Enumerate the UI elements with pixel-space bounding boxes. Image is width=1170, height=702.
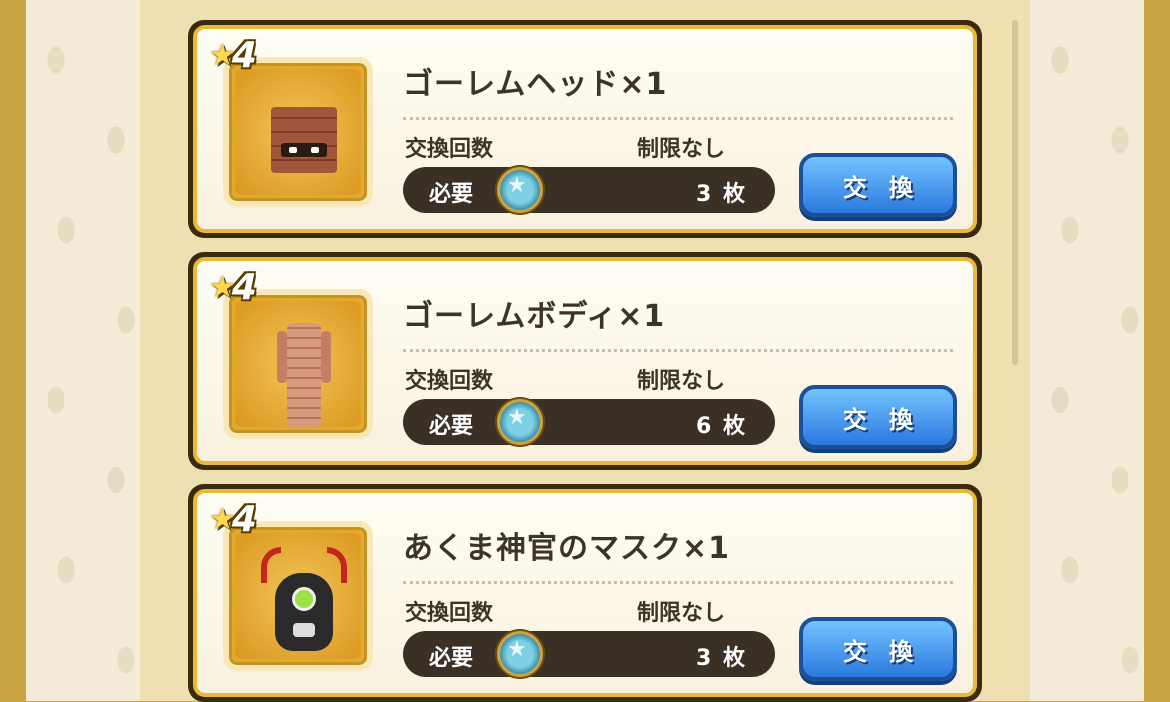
required-amount: 3 枚	[696, 646, 747, 671]
divider	[403, 349, 953, 352]
exchange-button[interactable]: 交換	[799, 385, 957, 449]
exchange-limit-value: 制限なし	[637, 369, 726, 394]
exchange-card: ★ 4 ゴーレムヘッド×1 交換回数 制限なし 必要 3 枚 交換	[188, 20, 982, 238]
required-amount: 3 枚	[696, 182, 747, 207]
exchange-count-label: 交換回数	[405, 601, 494, 626]
rarity-badge: ★ 4	[209, 34, 257, 76]
required-cost-bar: 必要 3 枚	[403, 631, 775, 677]
exchange-limit-value: 制限なし	[637, 137, 726, 162]
medal-icon	[497, 399, 543, 445]
scrollbar[interactable]	[1012, 20, 1018, 365]
divider	[403, 117, 953, 120]
rarity-badge: ★ 4	[209, 498, 257, 540]
item-thumbnail[interactable]	[223, 289, 373, 439]
exchange-button[interactable]: 交換	[799, 153, 957, 217]
exchange-count-label: 交換回数	[405, 137, 494, 162]
card-body: ★ 4 あくま神官のマスク×1 交換回数 制限なし 必要 3 枚 交換	[193, 489, 977, 697]
exchange-button[interactable]: 交換	[799, 617, 957, 681]
rarity-badge: ★ 4	[209, 266, 257, 308]
required-cost-bar: 必要 6 枚	[403, 399, 775, 445]
exchange-card: ★ 4 ゴーレムボディ×1 交換回数 制限なし 必要 6 枚 交換	[188, 252, 982, 470]
required-cost-bar: 必要 3 枚	[403, 167, 775, 213]
medal-icon	[497, 631, 543, 677]
exchange-limit-value: 制限なし	[637, 601, 726, 626]
background-left	[0, 0, 140, 701]
divider	[403, 581, 953, 584]
required-label: 必要	[429, 646, 474, 671]
item-name: ゴーレムヘッド×1	[403, 67, 668, 102]
required-amount: 6 枚	[696, 414, 747, 439]
golem-head-icon	[271, 107, 337, 173]
item-thumbnail[interactable]	[223, 521, 373, 671]
card-body: ★ 4 ゴーレムヘッド×1 交換回数 制限なし 必要 3 枚 交換	[193, 25, 977, 233]
exchange-card: ★ 4 あくま神官のマスク×1 交換回数 制限なし 必要 3 枚 交換	[188, 484, 982, 702]
required-label: 必要	[429, 414, 474, 439]
item-name: ゴーレムボディ×1	[403, 299, 666, 334]
golem-body-icon	[277, 323, 331, 427]
card-body: ★ 4 ゴーレムボディ×1 交換回数 制限なし 必要 6 枚 交換	[193, 257, 977, 465]
required-label: 必要	[429, 182, 474, 207]
demon-priest-mask-icon	[261, 547, 347, 651]
background-right	[1030, 0, 1170, 701]
medal-icon	[497, 167, 543, 213]
exchange-count-label: 交換回数	[405, 369, 494, 394]
item-name: あくま神官のマスク×1	[403, 531, 731, 566]
item-thumbnail[interactable]	[223, 57, 373, 207]
